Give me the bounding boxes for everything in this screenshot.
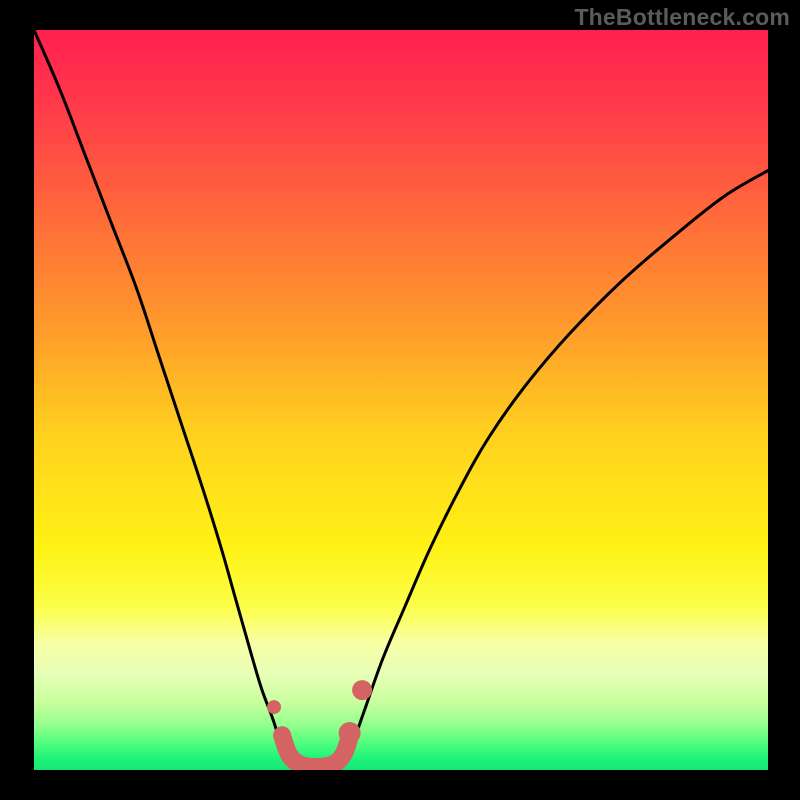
bottleneck-chart bbox=[0, 0, 800, 800]
watermark-text: TheBottleneck.com bbox=[574, 4, 790, 31]
chart-frame: TheBottleneck.com bbox=[0, 0, 800, 800]
dot-left bbox=[267, 700, 281, 714]
dot-right-low bbox=[339, 722, 361, 744]
gradient-background bbox=[34, 30, 768, 770]
dot-right-high bbox=[352, 680, 372, 700]
